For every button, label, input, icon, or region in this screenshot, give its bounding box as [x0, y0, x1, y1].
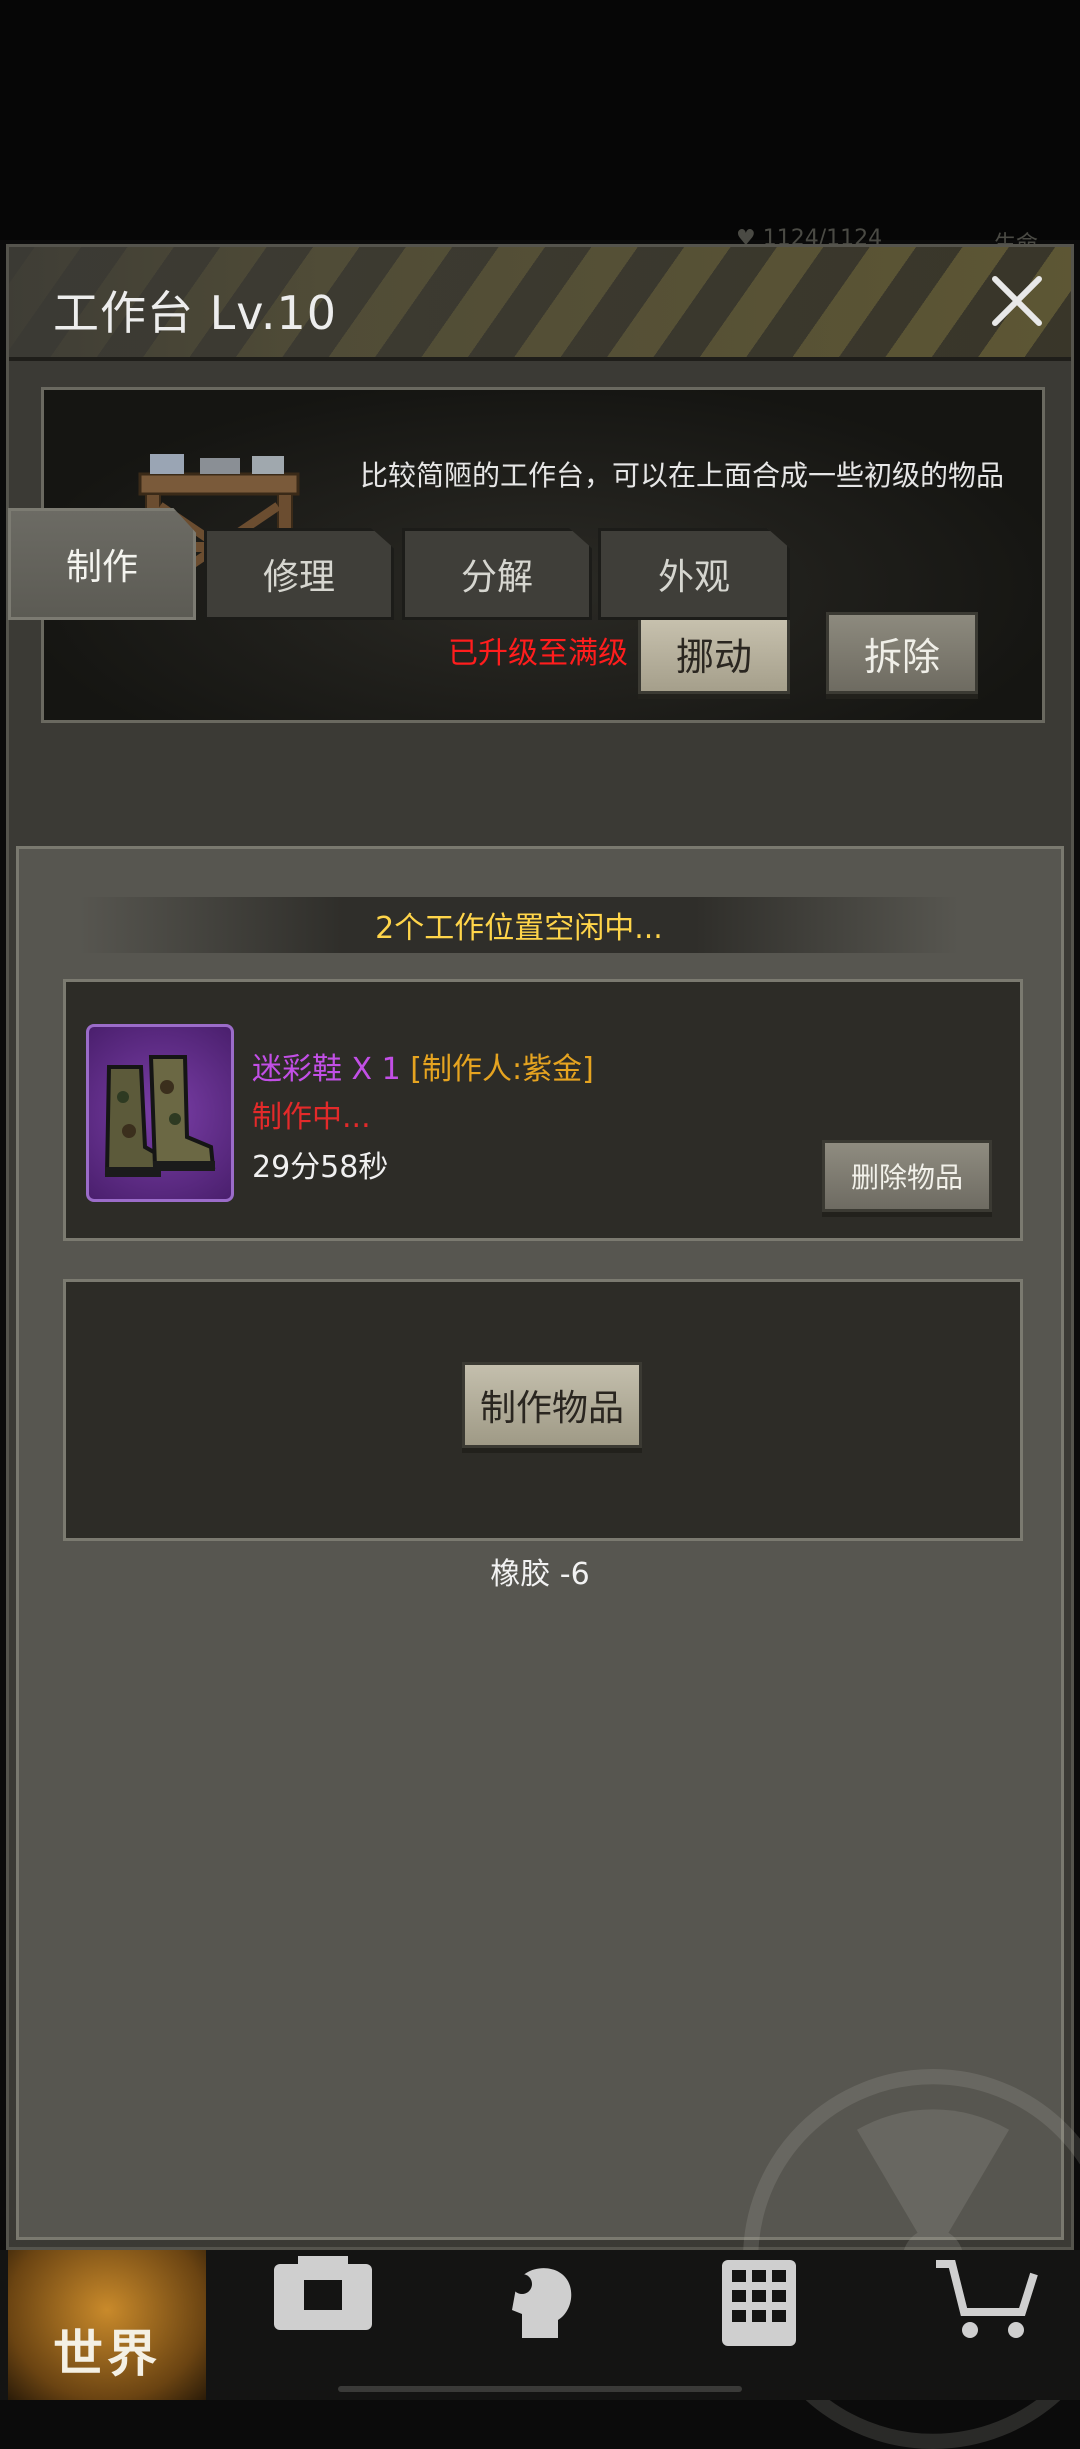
- shop-cart-icon[interactable]: [930, 2254, 1040, 2340]
- slot-status-bar: 2个工作位置空闲中...: [79, 897, 959, 953]
- content-wrapper: 2个工作位置空闲中... 迷彩鞋 X 1 [制作人:紫金] 制作中... 29分…: [6, 244, 1080, 2449]
- craft-item-maker: [制作人:紫金]: [410, 1052, 594, 1087]
- close-icon[interactable]: [985, 269, 1049, 333]
- craft-status: 制作中...: [252, 1100, 371, 1135]
- nav-world-button[interactable]: 世界: [8, 2250, 206, 2400]
- boots-icon[interactable]: [86, 1024, 234, 1202]
- panel-title: 工作台 Lv.10: [53, 286, 338, 340]
- material-hint: 橡胶 -6: [490, 1557, 590, 1592]
- boots-graphic: [104, 1055, 216, 1177]
- backpack-icon[interactable]: [268, 2254, 378, 2334]
- crafting-item-card: 迷彩鞋 X 1 [制作人:紫金] 制作中... 29分58秒 删除物品: [63, 979, 1023, 1241]
- craft-item-name: 迷彩鞋: [252, 1052, 342, 1087]
- home-indicator: [338, 2386, 742, 2392]
- craft-item-title: 迷彩鞋 X 1 [制作人:紫金]: [252, 1044, 594, 1088]
- delete-item-button[interactable]: 删除物品: [822, 1140, 992, 1212]
- slot-status-text: 2个工作位置空闲中...: [375, 911, 663, 946]
- craft-timer: 29分58秒: [252, 1150, 389, 1185]
- nav-world-label: 世界: [53, 2325, 161, 2383]
- building-icon[interactable]: [718, 2254, 800, 2350]
- craft-item-quantity: X 1: [351, 1052, 401, 1087]
- top-background: [0, 0, 1080, 240]
- empty-craft-slot: 制作物品: [63, 1279, 1023, 1541]
- craft-content: 2个工作位置空闲中... 迷彩鞋 X 1 [制作人:紫金] 制作中... 29分…: [16, 846, 1080, 2449]
- make-item-button[interactable]: 制作物品: [462, 1362, 642, 1448]
- character-icon[interactable]: [492, 2254, 588, 2338]
